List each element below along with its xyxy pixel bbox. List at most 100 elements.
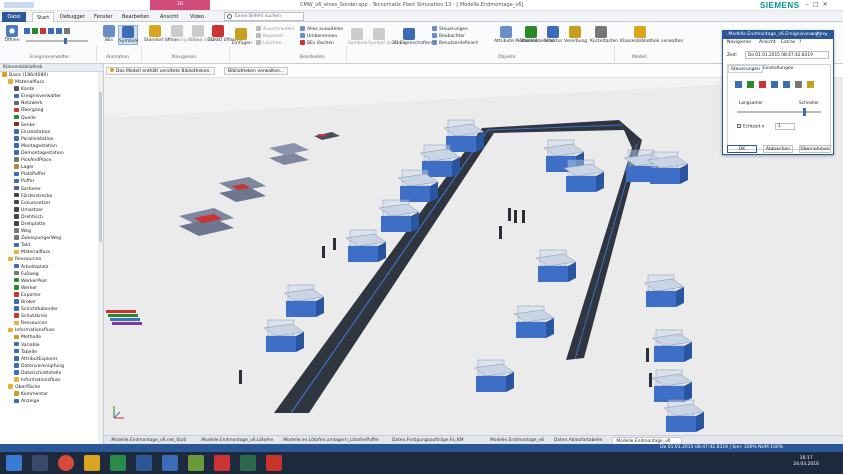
context-tab-3d[interactable]: 3D bbox=[150, 0, 210, 10]
tree-item[interactable]: Drehtisch bbox=[0, 214, 103, 221]
tree-item[interactable]: Informationsfluss bbox=[0, 327, 103, 334]
tree-item[interactable]: Exporter bbox=[0, 292, 103, 299]
app2-icon[interactable] bbox=[240, 455, 256, 471]
select-all-button[interactable]: Alles auswählen bbox=[300, 26, 343, 33]
tree-item[interactable]: Tabelle bbox=[0, 348, 103, 356]
quick-access-toolbar[interactable] bbox=[4, 2, 34, 8]
controller-menu-navigate[interactable]: Navigieren bbox=[727, 40, 751, 45]
tree-item[interactable]: Informationsfluss bbox=[0, 377, 103, 384]
tab-debugger[interactable]: Debugger bbox=[56, 12, 89, 22]
tab-view[interactable]: Ansicht bbox=[156, 12, 182, 22]
windows-start-icon[interactable] bbox=[6, 455, 22, 471]
explorer-icon[interactable] bbox=[84, 455, 100, 471]
apply-button[interactable]: Übernehmen bbox=[799, 145, 831, 153]
tree-item[interactable]: Netzwerk bbox=[0, 100, 103, 107]
user-defined-button[interactable]: Benutzerdefiniert bbox=[432, 40, 478, 47]
symbols-button[interactable]: Symbole bbox=[118, 25, 139, 45]
outdated-libraries-message[interactable]: Das Modell enthält veraltete Bibliotheke… bbox=[106, 67, 215, 75]
class-open-button[interactable]: Klasse öffnen bbox=[188, 25, 218, 43]
tree-item[interactable]: Schichtkalender bbox=[0, 306, 103, 313]
tree-item[interactable]: AttributExplorer bbox=[0, 356, 103, 363]
tab-settings[interactable]: Einstellungen bbox=[761, 65, 796, 73]
tree-item[interactable]: Montagestation bbox=[0, 143, 103, 150]
ie-icon[interactable] bbox=[32, 455, 48, 471]
simulation-time-field[interactable]: Do 01.01.2015 08:47:42.8319 bbox=[745, 51, 829, 59]
word-icon[interactable] bbox=[136, 455, 152, 471]
tree-item[interactable]: Anzeige bbox=[0, 398, 103, 405]
symbols2-button[interactable]: Symbole bbox=[348, 28, 368, 46]
tree-item[interactable]: Fußweg bbox=[0, 270, 103, 278]
tree-item[interactable]: Takt bbox=[0, 242, 103, 249]
tree-item[interactable]: Oberfläche bbox=[0, 384, 103, 391]
open-button[interactable]: Öffnen bbox=[3, 25, 21, 43]
controller-menu-extras[interactable]: Extras bbox=[781, 40, 795, 45]
tree-item[interactable]: Arbeitsplatz bbox=[0, 263, 103, 271]
3d-properties-button[interactable]: 3D-Eigenschaften bbox=[392, 28, 432, 46]
app3-icon[interactable] bbox=[266, 455, 282, 471]
tree-item[interactable]: Weg bbox=[0, 228, 103, 235]
origin-open-button[interactable]: Ursprung öffnen bbox=[166, 25, 203, 43]
manage-libraries-button[interactable]: Bibliotheken verwalten... bbox=[224, 67, 288, 75]
tree-item[interactable]: Basis (186/4080) bbox=[0, 72, 103, 79]
tree-item[interactable]: Drehplatte bbox=[0, 221, 103, 228]
controller-run-buttons[interactable] bbox=[735, 81, 814, 88]
window-controls[interactable]: –□✕ bbox=[806, 2, 840, 8]
show-symbol-button[interactable]: Symbol anzeigen bbox=[368, 28, 407, 46]
tree-item[interactable]: Senke bbox=[0, 121, 103, 129]
plant-simulation-icon[interactable] bbox=[214, 455, 230, 471]
run-controls[interactable] bbox=[24, 28, 92, 34]
tree-item[interactable]: Kommentar bbox=[0, 391, 103, 398]
rename-button[interactable]: Umbenennen bbox=[300, 33, 337, 40]
word-doc-icon[interactable] bbox=[162, 455, 178, 471]
cancel-button[interactable]: Abbrechen bbox=[763, 145, 793, 153]
observer-button[interactable]: Beobachter bbox=[432, 33, 465, 40]
command-search-input[interactable]: Einen Befehl suchen bbox=[224, 12, 304, 21]
controller-menu-view[interactable]: Ansicht bbox=[759, 40, 776, 45]
structure-button[interactable]: Struktur bbox=[544, 26, 562, 44]
class-library-button[interactable]: Klassenbibliothek verwalten bbox=[620, 26, 683, 44]
tab-file[interactable]: Datei bbox=[2, 12, 26, 22]
tree-item[interactable]: Quelle bbox=[0, 114, 103, 122]
tree-item[interactable]: Übergang bbox=[0, 107, 103, 114]
copy-button[interactable]: Kopieren bbox=[256, 33, 283, 40]
chrome-icon[interactable] bbox=[58, 455, 74, 471]
ok-button[interactable]: OK bbox=[727, 145, 757, 153]
tree-item[interactable]: Materialfluss bbox=[0, 79, 103, 86]
controller-window-buttons[interactable]: –□✕ bbox=[811, 32, 831, 38]
location-open-button[interactable]: Standort öffnen bbox=[144, 25, 179, 43]
delete-bes-button[interactable]: BEs löschen bbox=[300, 40, 334, 47]
tree-item[interactable]: Schutzkreis bbox=[0, 313, 103, 320]
excel-icon[interactable] bbox=[110, 455, 126, 471]
realtime-factor-input[interactable]: 1 bbox=[775, 123, 795, 130]
class-tree[interactable]: Basis (186/4080) Materialfluss Kante Ereign… bbox=[0, 72, 103, 405]
tree-item[interactable]: Umsetzer bbox=[0, 207, 103, 214]
sidebar-scrollbar[interactable] bbox=[98, 72, 103, 444]
inheritance-button[interactable]: Vererbung bbox=[564, 26, 587, 44]
controls-button[interactable]: Steuerungen bbox=[432, 26, 468, 33]
tree-item[interactable]: Lager bbox=[0, 164, 103, 171]
tree-item[interactable]: Kante bbox=[0, 86, 103, 93]
tree-item[interactable]: ZweispurigerWeg bbox=[0, 235, 103, 242]
tree-item[interactable]: Ressourcen bbox=[0, 256, 103, 263]
tree-item[interactable]: Einzelstation bbox=[0, 129, 103, 136]
bes-button[interactable]: BEs bbox=[100, 25, 118, 43]
tree-item[interactable]: Ereignisverwalter bbox=[0, 93, 103, 100]
system-clock[interactable]: 16:17 24.03.2016 bbox=[793, 456, 819, 468]
speed-slider[interactable] bbox=[26, 38, 88, 44]
tree-item[interactable]: Methode bbox=[0, 334, 103, 341]
tree-item[interactable]: Sortierer bbox=[0, 185, 103, 193]
tab-start[interactable]: Start bbox=[32, 12, 55, 22]
tab-controls[interactable]: Steuerungen bbox=[728, 65, 764, 73]
tree-item[interactable]: Variable bbox=[0, 341, 103, 349]
tab-video[interactable]: Video bbox=[186, 12, 208, 22]
tree-item[interactable]: Datenverknüpfung bbox=[0, 363, 103, 370]
tree-item[interactable]: Demontagestation bbox=[0, 150, 103, 157]
tab-edit[interactable]: Bearbeiten bbox=[118, 12, 153, 22]
open-2d3d-button[interactable]: 2D/3D öffnen bbox=[208, 25, 238, 43]
tree-item[interactable]: PlatzPuffer bbox=[0, 171, 103, 178]
tree-item[interactable]: Ressourcen bbox=[0, 320, 103, 327]
attr-methods-button[interactable]: Attribute Methoden bbox=[494, 26, 538, 44]
statistics-button[interactable]: Statistikbericht bbox=[520, 26, 554, 44]
tree-item[interactable]: WerkerPool bbox=[0, 277, 103, 285]
controller-menu-help[interactable]: ? bbox=[799, 40, 801, 45]
